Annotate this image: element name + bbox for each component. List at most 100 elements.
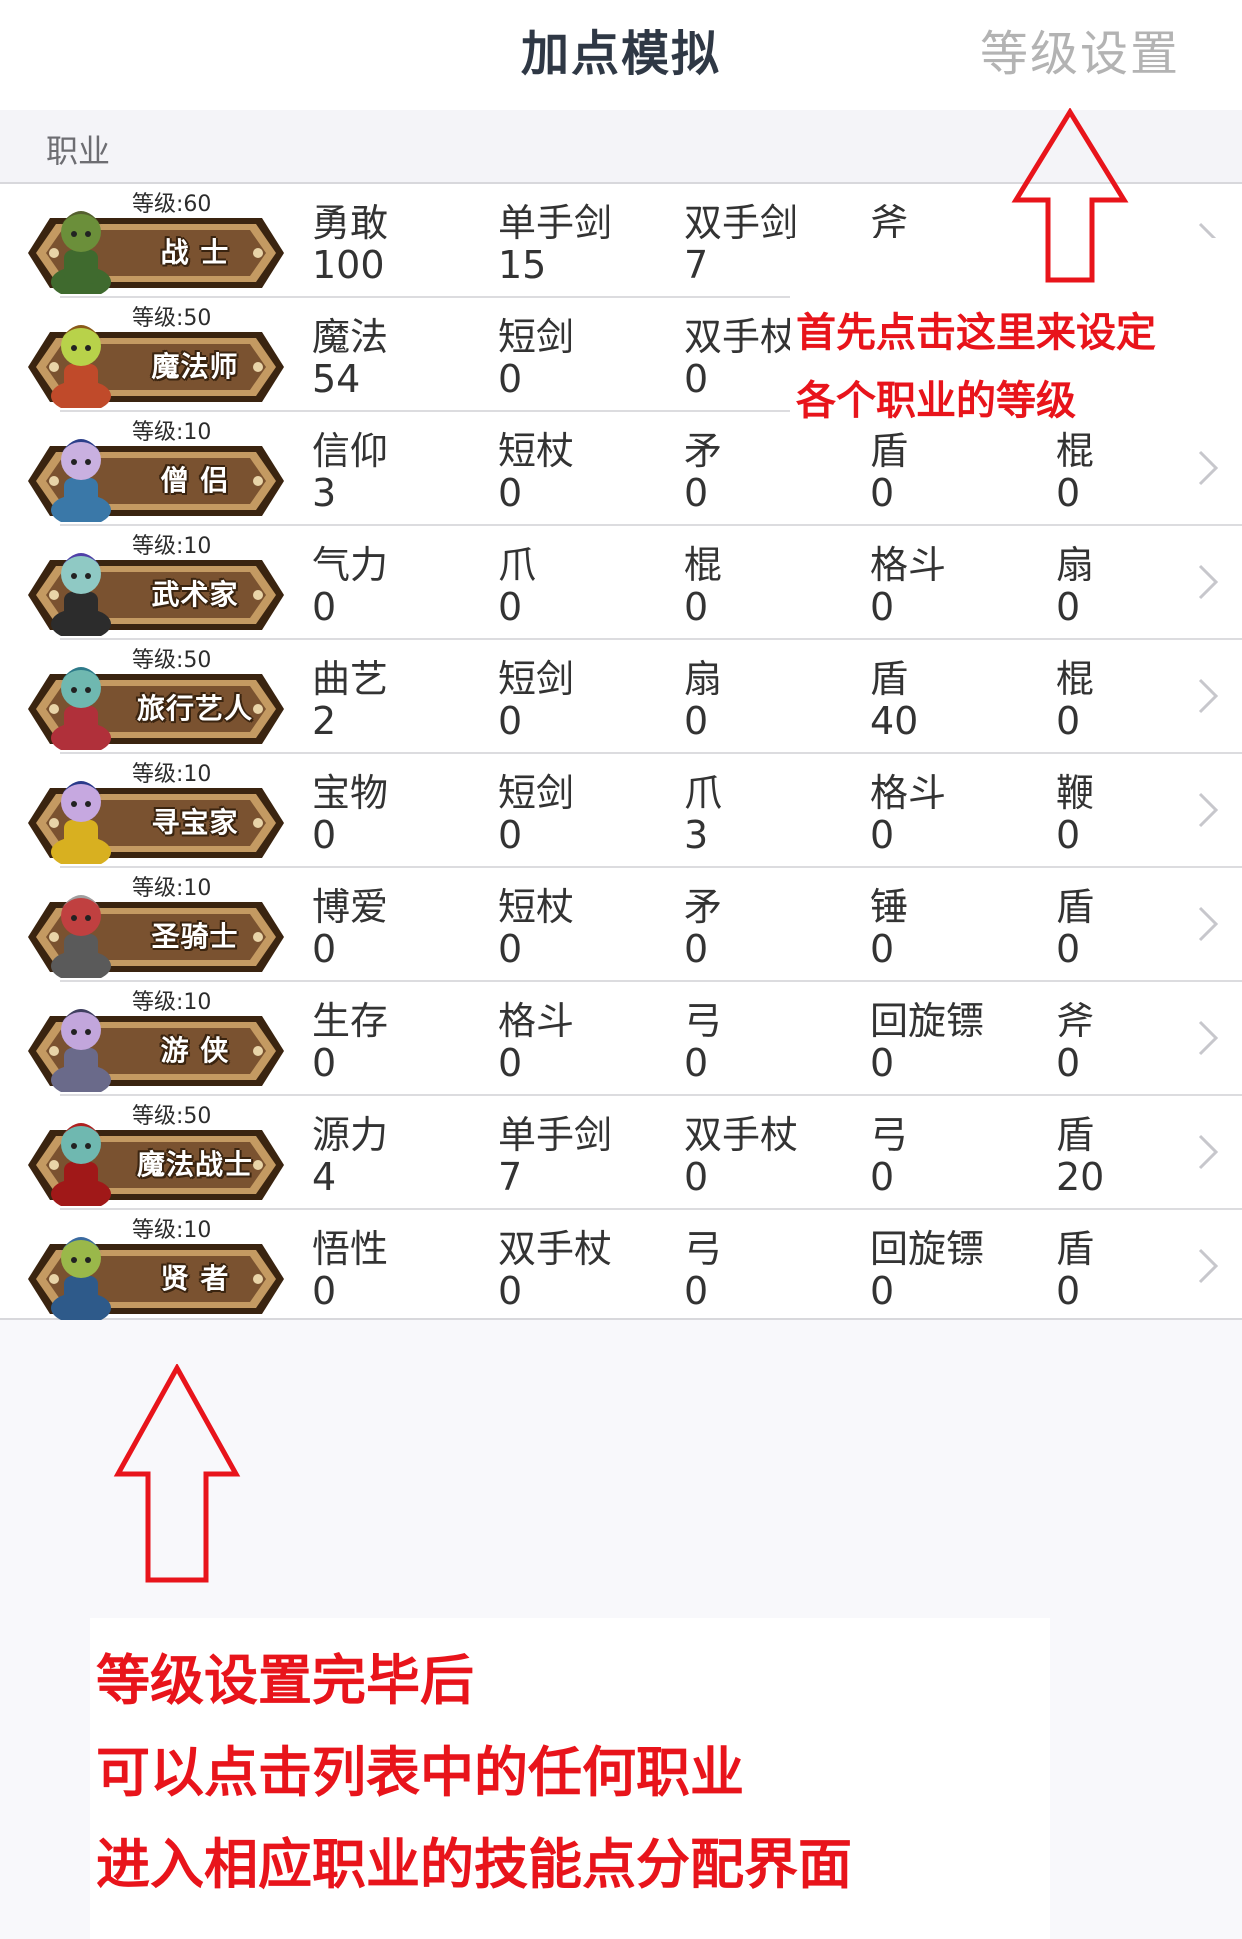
skill-cell: 勇敢 100 [312,202,492,286]
job-name: 圣骑士 [151,920,239,953]
job-level: 等级:50 [132,648,212,673]
skill-points: 0 [870,813,895,857]
skill-cell: 弓0 [684,1228,864,1312]
skill-name: 盾 [870,429,909,473]
skill-points: 0 [498,699,523,743]
skill-cell: 扇0 [684,658,864,742]
chevron-right-icon [1196,790,1220,830]
skill-cell: 宝物 0 [312,772,492,856]
skill-points: 0 [312,927,337,971]
skill-points: 0 [684,927,709,971]
skill-cell: 格斗 0 [870,544,1050,628]
job-level: 等级:50 [132,306,212,331]
skill-cell: 信仰 3 [312,430,492,514]
skill-name: 源力 [312,1113,389,1157]
skill-name: 短剑 [498,771,575,815]
chevron-right-icon [1196,904,1220,944]
skill-points: 0 [312,813,337,857]
skill-cell: 单手剑 15 [498,202,678,286]
skill-cell: 格斗 0 [870,772,1050,856]
skill-name: 弓 [684,999,723,1043]
skill-cell: 生存 0 [312,1000,492,1084]
skill-cell: 气力 0 [312,544,492,628]
skill-points: 3 [312,471,337,515]
job-avatar-icon [46,190,116,298]
job-level: 等级:60 [132,192,212,217]
skill-points: 0 [498,357,523,401]
skill-points: 0 [870,471,895,515]
skill-points: 100 [312,243,385,287]
skill-name: 矛 [684,885,723,929]
job-row[interactable]: 圣骑士 等级:10 博爱 0 短杖 0 矛 0 锤 0 盾 0 [0,868,1242,982]
skill-name: 矛 [684,429,723,473]
job-avatar-icon [46,418,116,526]
skill-cell: 棍0 [684,544,864,628]
skill-name: 宝物 [312,771,389,815]
annotation-bottom-line1: 等级设置完毕后 [96,1648,474,1712]
skill-points: 0 [870,1269,895,1313]
skill-cell: 博爱 0 [312,886,492,970]
job-level: 等级:10 [132,762,212,787]
skill-points: 15 [498,243,547,287]
skill-name: 双手杖 [684,1113,799,1157]
chevron-right-icon [1196,448,1220,488]
job-avatar-icon [46,874,116,982]
skill-cell: 爪0 [498,544,678,628]
job-avatar-icon [46,304,116,412]
job-name: 寻宝家 [151,806,239,839]
skill-cell: 源力 4 [312,1114,492,1198]
skill-cell: 短剑 0 [498,658,678,742]
job-avatar-icon [46,532,116,640]
job-row[interactable]: 武术家 等级:10 气力 0 爪 0 棍 0 格斗 0 扇 0 [0,526,1242,640]
job-row[interactable]: 游 侠等级:10 生存 0 格斗 0 弓 0 回旋镖 0 斧 0 [0,982,1242,1096]
skill-cell: 弓0 [870,1114,1050,1198]
skill-points: 7 [498,1155,523,1199]
skill-name: 曲艺 [312,657,389,701]
job-avatar-icon [46,1216,116,1324]
skill-cell: 格斗 0 [498,1000,678,1084]
job-level: 等级:10 [132,420,212,445]
skill-cell: 矛0 [684,430,864,514]
skill-name: 回旋镖 [870,1227,985,1271]
skill-points: 0 [870,927,895,971]
arrow-up-icon-bottom [113,1364,241,1583]
job-row[interactable]: 僧 侣等级:10 信仰 3 短杖 0 矛 0 盾 0 棍 0 [0,412,1242,526]
skill-name: 弓 [870,1113,909,1157]
skill-points: 40 [870,699,919,743]
level-settings-button[interactable]: 等级设置 [980,14,1180,84]
job-row[interactable]: 魔法战士 等级:50 源力 4 单手剑 7 双手杖 0 弓 0 盾 20 [0,1096,1242,1210]
skill-name: 双手杖 [498,1227,613,1271]
skill-name: 锤 [870,885,909,929]
job-level: 等级:50 [132,1104,212,1129]
skill-name: 单手剑 [498,1113,613,1157]
job-name: 旅行艺人 [136,692,253,725]
skill-name: 爪 [498,543,537,587]
skill-name: 短剑 [498,657,575,701]
skill-name: 短杖 [498,885,575,929]
skill-name: 格斗 [498,999,575,1043]
skill-name: 勇敢 [312,201,389,245]
job-avatar-icon [46,760,116,868]
skill-name: 魔法 [312,315,389,359]
job-row[interactable]: 贤 者等级:10 悟性 0 双手杖 0 弓 0 回旋镖 0 盾 0 [0,1210,1242,1324]
job-level: 等级:10 [132,534,212,559]
job-name: 魔法师 [151,350,239,383]
skill-name: 棍 [684,543,723,587]
job-level: 等级:10 [132,1218,212,1243]
skill-name: 单手剑 [498,201,613,245]
skill-cell: 双手杖 0 [684,1114,864,1198]
skill-cell: 短杖 0 [498,430,678,514]
skill-name: 盾 [870,657,909,701]
job-row[interactable]: 寻宝家 等级:10 宝物 0 短剑 0 爪 3 格斗 0 鞭 0 [0,754,1242,868]
skill-cell: 锤0 [870,886,1050,970]
job-row[interactable]: 旅行艺人 等级:50 曲艺 2 短剑 0 扇 0 盾 40 棍 0 [0,640,1242,754]
skill-name: 生存 [312,999,389,1043]
skill-points: 0 [870,585,895,629]
job-avatar-icon [46,1102,116,1210]
skill-cell: 回旋镖 0 [870,1228,1050,1312]
skill-points: 0 [684,585,709,629]
skill-points: 0 [684,699,709,743]
skill-cell: 盾0 [870,430,1050,514]
skill-points: 0 [684,1041,709,1085]
annotation-bottom-line3: 进入相应职业的技能点分配界面 [96,1832,852,1896]
